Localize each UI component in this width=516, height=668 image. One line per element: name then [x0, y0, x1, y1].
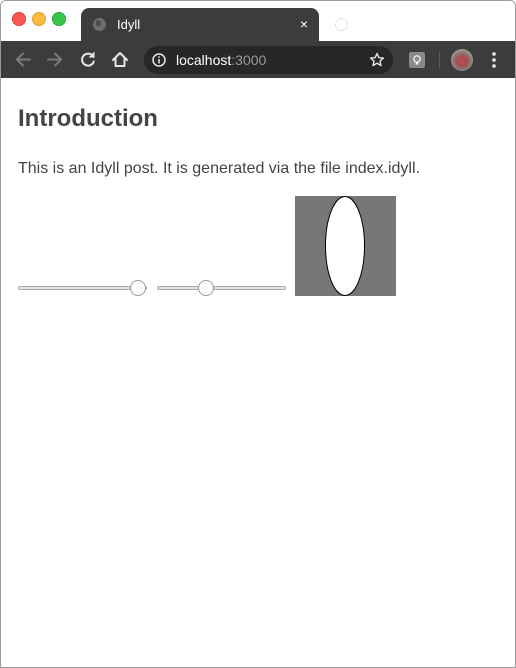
- slider-track: [157, 286, 286, 290]
- url-port: :3000: [231, 52, 267, 68]
- range-slider-2[interactable]: [157, 280, 286, 296]
- close-icon[interactable]: ×: [297, 16, 311, 32]
- lightbulb-icon: [413, 55, 421, 65]
- slider-track: [18, 286, 147, 290]
- window-minimize-button[interactable]: [32, 12, 46, 26]
- browser-toolbar: localhost:3000: [1, 41, 515, 78]
- arrow-left-icon[interactable]: [13, 41, 33, 78]
- info-icon[interactable]: [152, 53, 166, 67]
- reload-icon[interactable]: [78, 41, 98, 78]
- tab-strip: Idyll ×: [1, 1, 515, 41]
- new-tab-button[interactable]: [335, 18, 348, 31]
- page-content: Introduction This is an Idyll post. It i…: [1, 78, 515, 667]
- star-icon[interactable]: [369, 52, 385, 68]
- globe-icon: [93, 18, 106, 31]
- extension-icon[interactable]: [409, 52, 425, 68]
- range-slider-1[interactable]: [18, 280, 147, 296]
- url-host: localhost: [176, 52, 232, 68]
- url-text[interactable]: localhost:3000: [176, 52, 266, 68]
- intro-paragraph: This is an Idyll post. It is generated v…: [18, 160, 420, 177]
- more-vertical-icon[interactable]: [487, 51, 501, 69]
- page-heading: Introduction: [18, 105, 158, 132]
- window-zoom-button[interactable]: [52, 12, 66, 26]
- slider-thumb[interactable]: [130, 280, 146, 296]
- ellipse-visualization: [295, 196, 396, 296]
- toolbar-divider: [439, 52, 440, 68]
- slider-thumb[interactable]: [197, 280, 214, 296]
- browser-window: Idyll × localhost:3000 Introduction This…: [0, 0, 516, 668]
- tab-title: Idyll: [117, 17, 141, 32]
- ellipse-shape: [325, 196, 365, 296]
- profile-avatar[interactable]: [451, 49, 473, 71]
- tab-idyll[interactable]: Idyll ×: [81, 8, 319, 41]
- window-close-button[interactable]: [12, 12, 26, 26]
- home-icon[interactable]: [109, 41, 131, 78]
- arrow-right-icon[interactable]: [45, 41, 65, 78]
- address-bar[interactable]: localhost:3000: [144, 46, 393, 74]
